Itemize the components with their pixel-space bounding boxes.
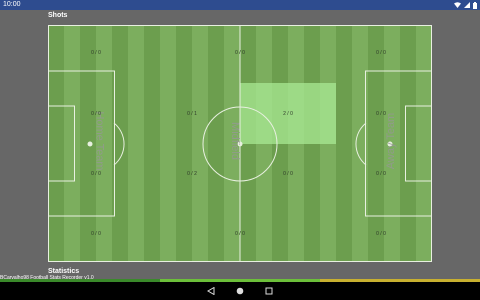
zone-count[interactable]: 0 / 0 (86, 50, 106, 56)
navigation-bar (0, 282, 480, 300)
away-team-label: Away Team (385, 112, 398, 170)
zone-count[interactable]: 0 / 1 (182, 111, 202, 117)
zone-count[interactable]: 0 / 0 (230, 231, 250, 237)
zone-count[interactable]: 0 / 0 (230, 50, 250, 56)
zone-count[interactable]: 2 / 0 (278, 111, 298, 117)
clock: 10:00 (3, 1, 21, 8)
signal-icon (464, 2, 470, 8)
recents-icon[interactable] (265, 287, 273, 295)
zone-count[interactable]: 0 / 0 (371, 171, 391, 177)
zone-count[interactable]: 0 / 0 (371, 111, 391, 117)
battery-icon (473, 1, 477, 9)
shots-title: Shots (48, 12, 68, 19)
zone-count[interactable]: 0 / 0 (278, 171, 298, 177)
zone-count[interactable]: 0 / 0 (371, 50, 391, 56)
midfield-label: Midfield (228, 122, 241, 160)
home-team-label: Home Team (93, 111, 106, 171)
zone-count[interactable]: 0 / 0 (86, 231, 106, 237)
statistics-title: Statistics (48, 268, 80, 275)
zone-count[interactable]: 0 / 0 (371, 231, 391, 237)
zone-count[interactable]: 0 / 2 (182, 171, 202, 177)
wifi-icon (454, 2, 461, 8)
home-icon[interactable] (236, 287, 244, 295)
status-bar: 10:00 (0, 0, 480, 10)
zone-count[interactable]: 0 / 0 (86, 111, 106, 117)
zone-count[interactable]: 0 / 0 (86, 171, 106, 177)
back-icon[interactable] (207, 287, 215, 295)
football-pitch[interactable]: Home Team Midfield Away Team 0 / 0 0 / 0… (48, 25, 432, 262)
